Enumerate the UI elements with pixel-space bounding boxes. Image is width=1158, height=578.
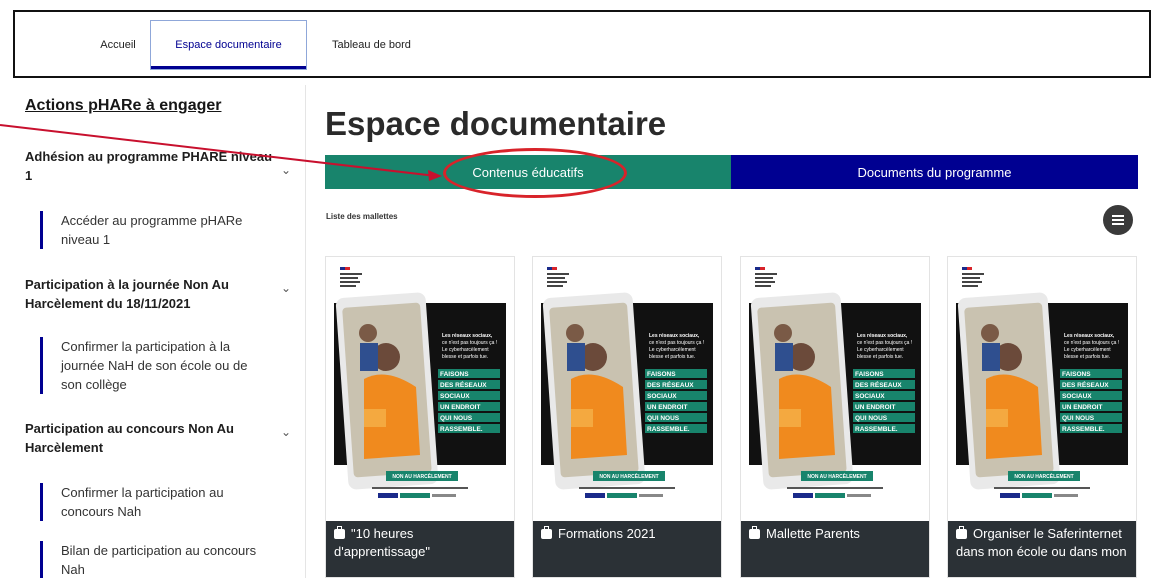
svg-text:UN ENDROIT: UN ENDROIT <box>440 404 480 411</box>
sidebar-title: Actions pHARe à engager <box>25 97 222 114</box>
svg-text:NON AU HARCÈLEMENT: NON AU HARCÈLEMENT <box>1014 472 1073 480</box>
mallette-title-text: "10 heures d'apprentissage" <box>334 526 430 559</box>
svg-text:blesse et parfois tue.: blesse et parfois tue. <box>857 354 903 360</box>
svg-text:ce n'est pas toujours ça !: ce n'est pas toujours ça ! <box>649 340 704 346</box>
svg-text:RASSEMBLE.: RASSEMBLE. <box>440 426 483 433</box>
mallette-card-title[interactable]: Mallette Parents <box>741 521 929 577</box>
mallette-cover-image: Les réseaux sociaux, ce n'est pas toujou… <box>334 259 506 521</box>
page-title: Espace documentaire <box>325 105 667 142</box>
svg-text:QUI NOUS: QUI NOUS <box>647 415 680 422</box>
svg-text:QUI NOUS: QUI NOUS <box>1062 415 1095 422</box>
mallette-cover-image: Les réseaux sociaux, ce n'est pas toujou… <box>956 259 1128 521</box>
svg-text:SOCIAUX: SOCIAUX <box>1062 393 1092 400</box>
svg-text:RASSEMBLE.: RASSEMBLE. <box>855 426 898 433</box>
svg-text:ce n'est pas toujours ça !: ce n'est pas toujours ça ! <box>857 340 912 346</box>
svg-text:DES RÉSEAUX: DES RÉSEAUX <box>1062 380 1109 389</box>
svg-text:blesse et parfois tue.: blesse et parfois tue. <box>1064 354 1110 360</box>
top-navigation: Accueil Espace documentaire Tableau de b… <box>13 10 1151 78</box>
tab-documents-programme[interactable]: Documents du programme <box>731 155 1138 189</box>
tab-espace-documentaire[interactable]: Espace documentaire <box>150 20 307 70</box>
mallette-card-title[interactable]: Formations 2021 <box>533 521 721 577</box>
mallette-cover-image: Les réseaux sociaux, ce n'est pas toujou… <box>541 259 713 521</box>
list-label: Liste des mallettes <box>326 212 398 221</box>
svg-text:SOCIAUX: SOCIAUX <box>855 393 885 400</box>
svg-text:Les réseaux sociaux,: Les réseaux sociaux, <box>857 333 908 339</box>
svg-text:Le cyberharcèlement: Le cyberharcèlement <box>442 347 489 353</box>
briefcase-icon <box>541 526 552 539</box>
svg-text:Le cyberharcèlement: Le cyberharcèlement <box>857 347 904 353</box>
svg-text:FAISONS: FAISONS <box>855 371 884 378</box>
svg-text:QUI NOUS: QUI NOUS <box>855 415 888 422</box>
mallette-card[interactable]: Les réseaux sociaux, ce n'est pas toujou… <box>947 256 1137 578</box>
svg-text:Le cyberharcèlement: Le cyberharcèlement <box>1064 347 1111 353</box>
briefcase-icon <box>956 526 967 539</box>
svg-text:RASSEMBLE.: RASSEMBLE. <box>1062 426 1105 433</box>
chevron-down-icon[interactable]: ⌄ <box>281 163 291 177</box>
svg-text:FAISONS: FAISONS <box>440 371 469 378</box>
svg-text:NON AU HARCÈLEMENT: NON AU HARCÈLEMENT <box>599 472 658 480</box>
svg-text:DES RÉSEAUX: DES RÉSEAUX <box>440 380 487 389</box>
mallette-cover-image: Les réseaux sociaux, ce n'est pas toujou… <box>749 259 921 521</box>
svg-text:NON AU HARCÈLEMENT: NON AU HARCÈLEMENT <box>392 472 451 480</box>
svg-text:blesse et parfois tue.: blesse et parfois tue. <box>649 354 695 360</box>
svg-text:Les réseaux sociaux,: Les réseaux sociaux, <box>1064 333 1115 339</box>
svg-text:FAISONS: FAISONS <box>647 371 676 378</box>
mallette-title-text: Formations 2021 <box>558 526 656 541</box>
chevron-down-icon[interactable]: ⌄ <box>281 425 291 439</box>
mallette-card[interactable]: Les réseaux sociaux, ce n'est pas toujou… <box>740 256 930 578</box>
mallette-title-text: Organiser le Saferinternet dans mon écol… <box>956 526 1127 559</box>
svg-text:DES RÉSEAUX: DES RÉSEAUX <box>855 380 902 389</box>
hamburger-icon <box>1112 215 1124 225</box>
sidebar-link-confirmer-journee[interactable]: Confirmer la participation à la journée … <box>40 337 271 394</box>
sidebar-link-acceder-programme[interactable]: Accéder au programme pHARe niveau 1 <box>40 211 271 249</box>
svg-text:SOCIAUX: SOCIAUX <box>647 393 677 400</box>
svg-text:RASSEMBLE.: RASSEMBLE. <box>647 426 690 433</box>
sidebar-link-confirmer-concours[interactable]: Confirmer la participation au concours N… <box>40 483 271 521</box>
menu-button[interactable] <box>1103 205 1133 235</box>
svg-text:ce n'est pas toujours ça !: ce n'est pas toujours ça ! <box>1064 340 1119 346</box>
sidebar-section-adhesion[interactable]: Adhésion au programme PHARE niveau 1 <box>25 147 275 185</box>
chevron-down-icon[interactable]: ⌄ <box>281 281 291 295</box>
tab-contenus-educatifs[interactable]: Contenus éducatifs <box>325 155 731 189</box>
svg-text:Le cyberharcèlement: Le cyberharcèlement <box>649 347 696 353</box>
mallette-card-title[interactable]: Organiser le Saferinternet dans mon écol… <box>948 521 1136 577</box>
mallette-title-text: Mallette Parents <box>766 526 860 541</box>
svg-text:blesse et parfois tue.: blesse et parfois tue. <box>442 354 488 360</box>
svg-text:UN ENDROIT: UN ENDROIT <box>647 404 687 411</box>
svg-text:QUI NOUS: QUI NOUS <box>440 415 473 422</box>
svg-text:FAISONS: FAISONS <box>1062 371 1091 378</box>
mallette-card-title[interactable]: "10 heures d'apprentissage" <box>326 521 514 577</box>
svg-text:NON AU HARCÈLEMENT: NON AU HARCÈLEMENT <box>807 472 866 480</box>
sidebar-link-bilan-concours[interactable]: Bilan de participation au concours Nah <box>40 541 271 578</box>
svg-text:UN ENDROIT: UN ENDROIT <box>1062 404 1102 411</box>
svg-text:Les réseaux sociaux,: Les réseaux sociaux, <box>442 333 493 339</box>
svg-text:SOCIAUX: SOCIAUX <box>440 393 470 400</box>
mallette-card[interactable]: Les réseaux sociaux, ce n'est pas toujou… <box>325 256 515 578</box>
tab-tableau-de-bord[interactable]: Tableau de bord <box>320 20 450 70</box>
svg-text:UN ENDROIT: UN ENDROIT <box>855 404 895 411</box>
sidebar-section-journee[interactable]: Participation à la journée Non Au Harcèl… <box>25 275 275 313</box>
svg-text:ce n'est pas toujours ça !: ce n'est pas toujours ça ! <box>442 340 497 346</box>
svg-text:DES RÉSEAUX: DES RÉSEAUX <box>647 380 694 389</box>
mallette-card[interactable]: Les réseaux sociaux, ce n'est pas toujou… <box>532 256 722 578</box>
sidebar: Actions pHARe à engager Adhésion au prog… <box>13 85 306 578</box>
briefcase-icon <box>334 526 345 539</box>
briefcase-icon <box>749 526 760 539</box>
svg-text:Les réseaux sociaux,: Les réseaux sociaux, <box>649 333 700 339</box>
sidebar-section-concours[interactable]: Participation au concours Non Au Harcèle… <box>25 419 275 457</box>
